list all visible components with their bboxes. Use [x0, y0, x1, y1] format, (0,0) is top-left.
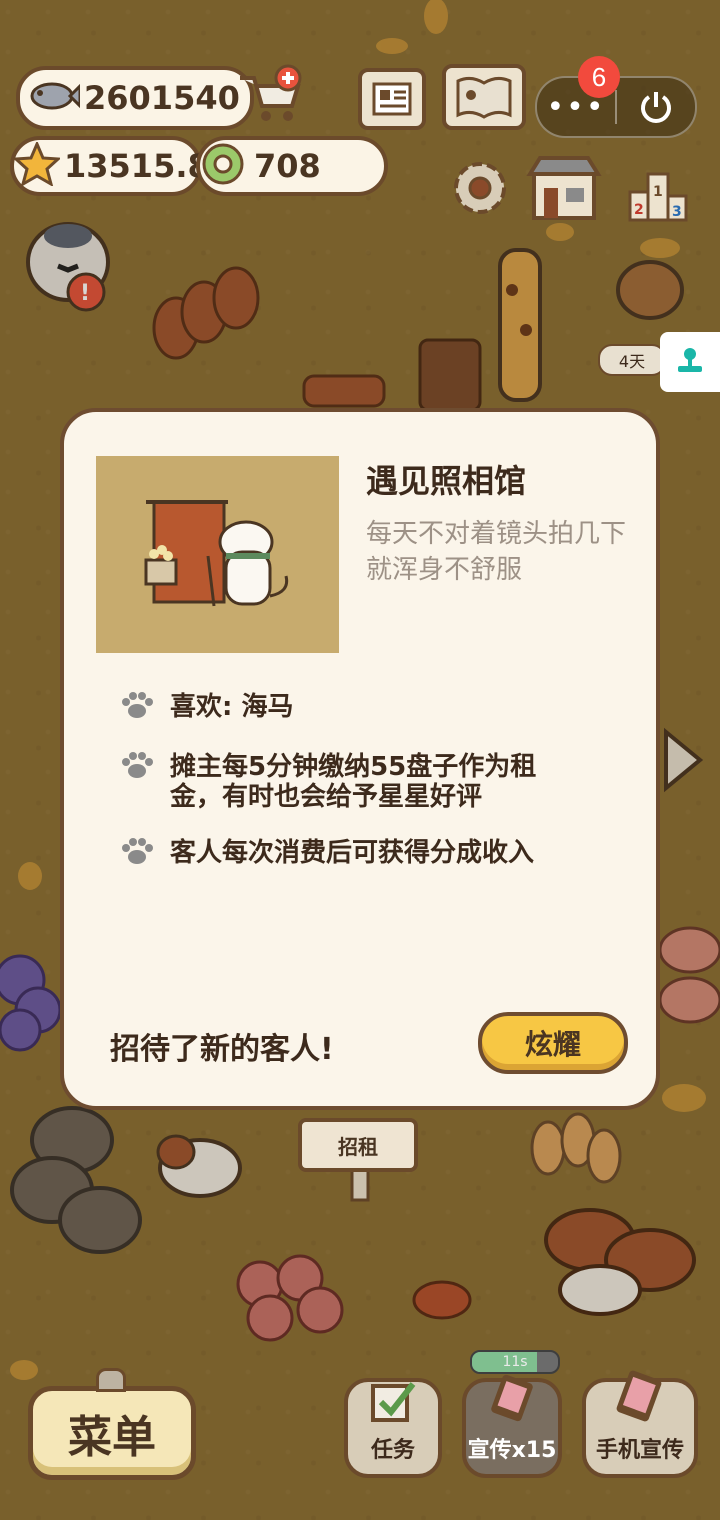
floating-assistant-button[interactable] [660, 332, 720, 392]
tasks-label: 任务 [370, 1438, 415, 1463]
svg-text:2: 2 [634, 202, 644, 218]
perk-item: 摊主每5分钟缴纳55盘子作为租金，有时也会给予星星好评 [120, 752, 580, 812]
star-icon [12, 140, 62, 190]
svg-text:1: 1 [653, 184, 663, 200]
phone-icon [612, 1370, 668, 1428]
modal-description: 每天不对着镜头拍几下就浑身不舒服 [366, 519, 627, 585]
star-count: 13515.8 [64, 147, 210, 185]
days-badge: 4天 [598, 344, 666, 376]
phone-promo-label: 手机宣传 [595, 1438, 684, 1463]
tasks-button[interactable]: 任务 [344, 1378, 442, 1478]
coin-icon [200, 141, 246, 191]
shop-icon[interactable] [526, 154, 602, 226]
perk-item: 喜欢: 海马 [120, 692, 293, 727]
coin-count: 708 [254, 147, 321, 185]
perk-text: 喜欢: 海马 [170, 692, 294, 722]
paw-icon [120, 690, 154, 727]
notification-badge: 6 [578, 56, 620, 98]
perk-item: 客人每次消费后可获得分成收入 [120, 838, 534, 873]
phone-promo-button[interactable]: 手机宣传 [582, 1370, 698, 1478]
star-currency: 13515.8 [10, 136, 210, 196]
promo-timer: 11s [470, 1350, 560, 1374]
promo-label: 宣传x15 [467, 1438, 557, 1463]
leaderboard-icon[interactable]: 213 [626, 164, 692, 228]
paw-icon [120, 750, 154, 787]
menu-button[interactable]: 菜单 [28, 1386, 196, 1480]
share-button[interactable]: 炫耀 [478, 1012, 628, 1074]
perk-text: 客人每次消费后可获得分成收入 [170, 838, 535, 868]
perk-text: 摊主每5分钟缴纳55盘子作为租金，有时也会给予星星好评 [170, 752, 537, 812]
modal-title: 遇见照相馆 [366, 462, 527, 500]
newspaper-icon[interactable] [358, 68, 426, 130]
phone-icon [488, 1374, 536, 1428]
promo-button[interactable]: 宣传x15 [462, 1374, 562, 1478]
shop-cart-icon[interactable] [236, 64, 306, 130]
fish-count: 2601540 [84, 79, 240, 117]
menu-bell-handle [96, 1368, 126, 1392]
fish-icon [26, 76, 82, 120]
paw-icon [120, 836, 154, 873]
book-icon[interactable] [442, 64, 526, 130]
power-icon[interactable] [617, 89, 695, 125]
photo-studio-illustration [96, 456, 339, 653]
promo-timer-text: 11s [502, 1354, 528, 1370]
checkbox-icon [369, 1380, 417, 1430]
fish-currency: 2601540 [16, 66, 254, 130]
settings-gear-icon[interactable] [448, 156, 512, 224]
joystick-icon [674, 344, 706, 380]
svg-text:3: 3 [672, 204, 682, 220]
modal-footer-text: 招待了新的客人! [110, 1032, 334, 1067]
for-rent-sign[interactable]: 招租 [298, 1118, 418, 1172]
menu-label: 菜单 [68, 1412, 156, 1463]
coin-currency: 708 [196, 136, 388, 196]
